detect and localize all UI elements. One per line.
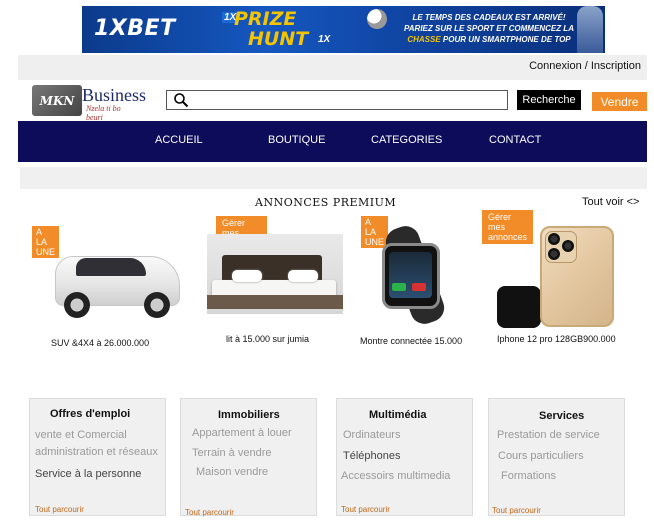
- nav-home[interactable]: ACCUEIL: [155, 134, 203, 146]
- category-link[interactable]: Appartement à louer: [192, 427, 292, 439]
- main-nav: ACCUEIL BOUTIQUE CATEGORIES CONTACT: [18, 121, 647, 162]
- featured-tag: A LA UNE: [32, 226, 59, 258]
- category-title: Offres d'emploi: [50, 408, 131, 420]
- browse-all-link[interactable]: Tout parcourir: [492, 506, 541, 515]
- logo-badge: MKN: [32, 85, 82, 116]
- category-title: Multimédia: [369, 409, 427, 421]
- ad-prize-word: PRIZE: [234, 8, 297, 30]
- nav-shop[interactable]: BOUTIQUE: [268, 134, 325, 146]
- category-link[interactable]: Ordinateurs: [343, 429, 400, 441]
- category-link[interactable]: Terrain à vendre: [192, 447, 272, 459]
- login-signup-link[interactable]: Connexion / Inscription: [529, 60, 641, 72]
- ad-text-line: CHASSE POUR UN SMARTPHONE DE TOP: [394, 34, 584, 45]
- card-caption: lit à 15.000 sur jumia: [226, 334, 310, 344]
- logo-name: Business: [82, 85, 147, 105]
- browse-all-link[interactable]: Tout parcourir: [185, 508, 234, 517]
- featured-tag: A LA UNE: [361, 216, 388, 248]
- ad-banner[interactable]: 1XBET 1X PRIZE HUNT 1X LE TEMPS DES CADE…: [82, 6, 605, 53]
- category-multimedia: Multimédia Ordinateurs Téléphones Access…: [336, 398, 473, 516]
- ad-hunt-word: HUNT: [248, 28, 309, 50]
- category-link[interactable]: vente et Comercial: [35, 429, 127, 441]
- browse-all-link[interactable]: Tout parcourir: [35, 505, 84, 514]
- ad-text-rest: POUR UN SMARTPHONE DE TOP: [440, 35, 571, 44]
- top-bar: Connexion / Inscription: [18, 55, 647, 80]
- sell-button[interactable]: Vendre: [592, 92, 647, 111]
- category-link[interactable]: Maison vendre: [196, 466, 268, 478]
- ad-highlight: CHASSE: [407, 35, 441, 44]
- category-link[interactable]: Prestation de service: [497, 429, 600, 441]
- category-real-estate: Immobiliers Appartement à louer Terrain …: [180, 398, 317, 517]
- nav-categories[interactable]: CATEGORIES: [371, 134, 442, 146]
- category-link[interactable]: Formations: [501, 470, 556, 482]
- category-link[interactable]: Cours particuliers: [498, 450, 584, 462]
- premium-title: ANNONCES PREMIUM: [255, 196, 397, 209]
- ad-text: LE TEMPS DES CADEAUX EST ARRIVÉ! PARIEZ …: [394, 12, 584, 45]
- card-caption: Montre connectée 15.000: [360, 336, 463, 346]
- logo-slogan: Nzela ti bo beuri: [86, 104, 121, 122]
- nav-contact[interactable]: CONTACT: [489, 134, 541, 146]
- football-icon: [367, 9, 387, 29]
- ad-tag-2: 1X: [318, 34, 331, 45]
- see-all-link[interactable]: Tout voir <>: [582, 196, 639, 208]
- ad-text-line: PARIEZ SUR LE SPORT ET COMMENCEZ LA: [404, 24, 574, 33]
- category-link[interactable]: Téléphones: [343, 450, 401, 462]
- category-link[interactable]: administration et réseaux: [35, 446, 158, 458]
- player-image: [577, 6, 603, 53]
- category-link[interactable]: Service à la personne: [35, 468, 141, 480]
- sub-bar: [20, 167, 647, 189]
- search-input[interactable]: [166, 90, 508, 110]
- search-button[interactable]: Recherche: [517, 90, 581, 110]
- browse-all-link[interactable]: Tout parcourir: [341, 505, 390, 514]
- manage-ads-tag[interactable]: Gérer mes annonces: [482, 210, 534, 244]
- category-title: Immobiliers: [218, 409, 280, 421]
- category-link[interactable]: Accessoirs multimedia: [341, 470, 450, 482]
- ad-text-line: LE TEMPS DES CADEAUX EST ARRIVÉ!: [412, 13, 566, 22]
- ad-brand-logo: 1XBET: [94, 16, 176, 41]
- category-title: Services: [539, 410, 585, 422]
- site-logo[interactable]: MKN Business Nzela ti bo beuri: [32, 85, 146, 122]
- ad-prize-hunt: 1X PRIZE HUNT 1X: [222, 8, 362, 51]
- card-caption: Iphone 12 pro 128GB900.000: [497, 334, 616, 344]
- category-jobs: Offres d'emploi vente et Comercial admin…: [29, 398, 166, 516]
- search-icon: [174, 93, 189, 108]
- category-services: Services Prestation de service Cours par…: [488, 398, 625, 516]
- card-caption: SUV &4X4 à 26.000.000: [51, 338, 150, 348]
